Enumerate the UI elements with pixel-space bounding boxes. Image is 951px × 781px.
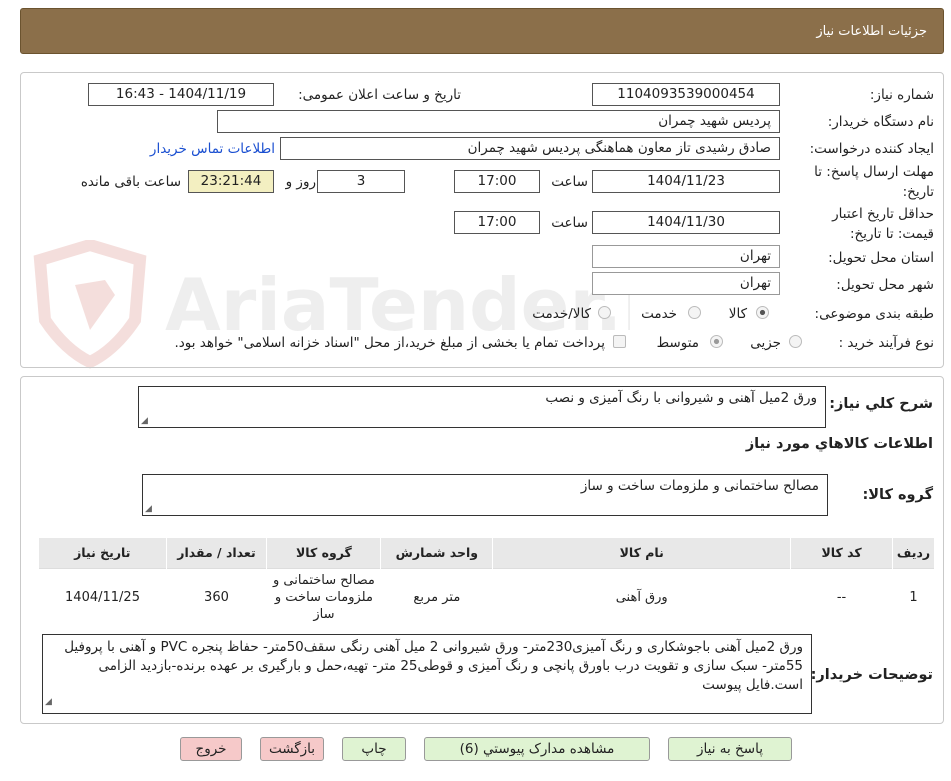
radio-service-label: خدمت — [641, 306, 677, 322]
back-button[interactable]: بازگشت — [260, 737, 324, 761]
requester-label: ایجاد کننده درخواست: — [809, 141, 934, 157]
radio-minor[interactable] — [789, 335, 802, 348]
reply-button[interactable]: پاسخ به نیاز — [668, 737, 792, 761]
deadline-time-label: ساعت — [551, 174, 588, 190]
cell-group: مصالح ساختمانی و ملزومات ساخت و ساز — [266, 567, 381, 626]
buyer-notes-text: ورق 2میل آهنی باجوشکاری و رنگ آمیزی230مت… — [64, 639, 803, 693]
goods-group-label: گروه کالا: — [862, 487, 933, 503]
announce-label: تاریخ و ساعت اعلان عمومی: — [298, 87, 461, 103]
radio-goods[interactable] — [756, 306, 769, 319]
validity-time-field: 17:00 — [454, 211, 540, 234]
cell-qty: 360 — [166, 567, 267, 626]
cell-row: 1 — [892, 567, 935, 626]
buyer-contact-link[interactable]: اطلاعات تماس خریدار — [150, 141, 275, 157]
page-title: جزئیات اطلاعات نیاز — [816, 24, 927, 39]
buyer-notes-label: توضیحات خریدار: — [810, 667, 933, 683]
col-date: تاريخ نياز — [39, 538, 167, 568]
deadline-time-field: 17:00 — [454, 170, 540, 193]
deadline-date-field: 1404/11/23 — [592, 170, 780, 193]
city-field: تهران — [592, 272, 780, 295]
process-label: نوع فرآیند خرید : — [838, 335, 934, 351]
radio-service[interactable] — [688, 306, 701, 319]
remaining-label: ساعت باقی مانده — [80, 174, 181, 190]
exit-button[interactable]: خروج — [180, 737, 242, 761]
buyer-notes-textarea[interactable]: ورق 2میل آهنی باجوشکاری و رنگ آمیزی230مت… — [42, 634, 812, 714]
radio-medium[interactable] — [710, 335, 723, 348]
cell-unit: متر مربع — [380, 567, 493, 626]
col-name: نام کالا — [492, 538, 792, 568]
goods-group-textarea[interactable]: مصالح ساختمانی و ملزومات ساخت و ساز ◢ — [142, 474, 828, 516]
days-remaining-field: 3 — [317, 170, 405, 193]
validity-label-1: حداقل تاریخ اعتبار — [832, 206, 934, 222]
buyer-org-label: نام دستگاه خریدار: — [827, 114, 934, 130]
radio-minor-label: جزیی — [750, 335, 781, 351]
goods-group-text: مصالح ساختمانی و ملزومات ساخت و ساز — [580, 478, 819, 494]
radio-goods-label: کالا — [728, 306, 747, 322]
city-label: شهر محل تحویل: — [836, 277, 934, 293]
resize-grip-icon[interactable]: ◢ — [45, 693, 52, 712]
validity-date-field: 1404/11/30 — [592, 211, 780, 234]
summary-label: شرح کلي نياز: — [829, 396, 933, 412]
cell-name: ورق آهنی — [492, 567, 791, 626]
treasury-checkbox[interactable] — [613, 335, 626, 348]
remaining-time-field: 23:21:44 — [188, 170, 274, 193]
deadline-label-2: تاریخ: — [902, 184, 934, 200]
announce-field: 1404/11/19 - 16:43 — [88, 83, 274, 106]
requester-field: صادق رشیدی تاز معاون هماهنگی پردیس شهید … — [280, 137, 780, 160]
summary-textarea[interactable]: ورق 2میل آهنی و شیروانی با رنگ آمیزی و ن… — [138, 386, 826, 428]
need-number-field: 1104093539000454 — [592, 83, 780, 106]
need-number-label: شماره نیاز: — [869, 87, 934, 103]
table-row[interactable]: 1 -- ورق آهنی متر مربع مصالح ساختمانی و … — [39, 567, 935, 626]
category-label: طبقه بندی موضوعی: — [814, 306, 934, 322]
summary-text: ورق 2میل آهنی و شیروانی با رنگ آمیزی و ن… — [545, 390, 817, 406]
col-row: رديف — [892, 538, 935, 568]
table-header-row: رديف کد کالا نام کالا واحد شمارش گروه کا… — [39, 538, 935, 568]
print-button[interactable]: چاپ — [342, 737, 406, 761]
radio-goods-service[interactable] — [598, 306, 611, 319]
col-code: کد کالا — [790, 538, 894, 568]
radio-goods-service-label: کالا/خدمت — [532, 306, 591, 322]
deadline-label-1: مهلت ارسال پاسخ: تا — [814, 164, 934, 180]
buyer-org-field: پردیس شهید چمران — [217, 110, 780, 133]
resize-grip-icon[interactable]: ◢ — [141, 416, 148, 426]
col-unit: واحد شمارش — [380, 538, 494, 568]
cell-code: -- — [790, 567, 893, 626]
radio-medium-label: متوسط — [656, 335, 699, 351]
resize-grip-icon[interactable]: ◢ — [145, 504, 152, 514]
validity-time-label: ساعت — [551, 215, 588, 231]
view-documents-button[interactable]: مشاهده مدارک پیوستي (6) — [424, 737, 650, 761]
goods-table: رديف کد کالا نام کالا واحد شمارش گروه کا… — [39, 538, 935, 626]
days-label: روز و — [285, 174, 316, 190]
col-qty: تعداد / مقدار — [166, 538, 268, 568]
goods-section-title: اطلاعات کالاهاي مورد نياز — [745, 436, 933, 452]
cell-date: 1404/11/25 — [39, 567, 166, 626]
col-group: گروه کالا — [266, 538, 382, 568]
province-field: تهران — [592, 245, 780, 268]
treasury-note: پرداخت تمام یا بخشی از مبلغ خرید،از محل … — [174, 335, 605, 351]
province-label: استان محل تحویل: — [828, 250, 934, 266]
page-header: جزئیات اطلاعات نیاز — [20, 8, 944, 54]
validity-label-2: قیمت: تا تاریخ: — [850, 226, 934, 242]
